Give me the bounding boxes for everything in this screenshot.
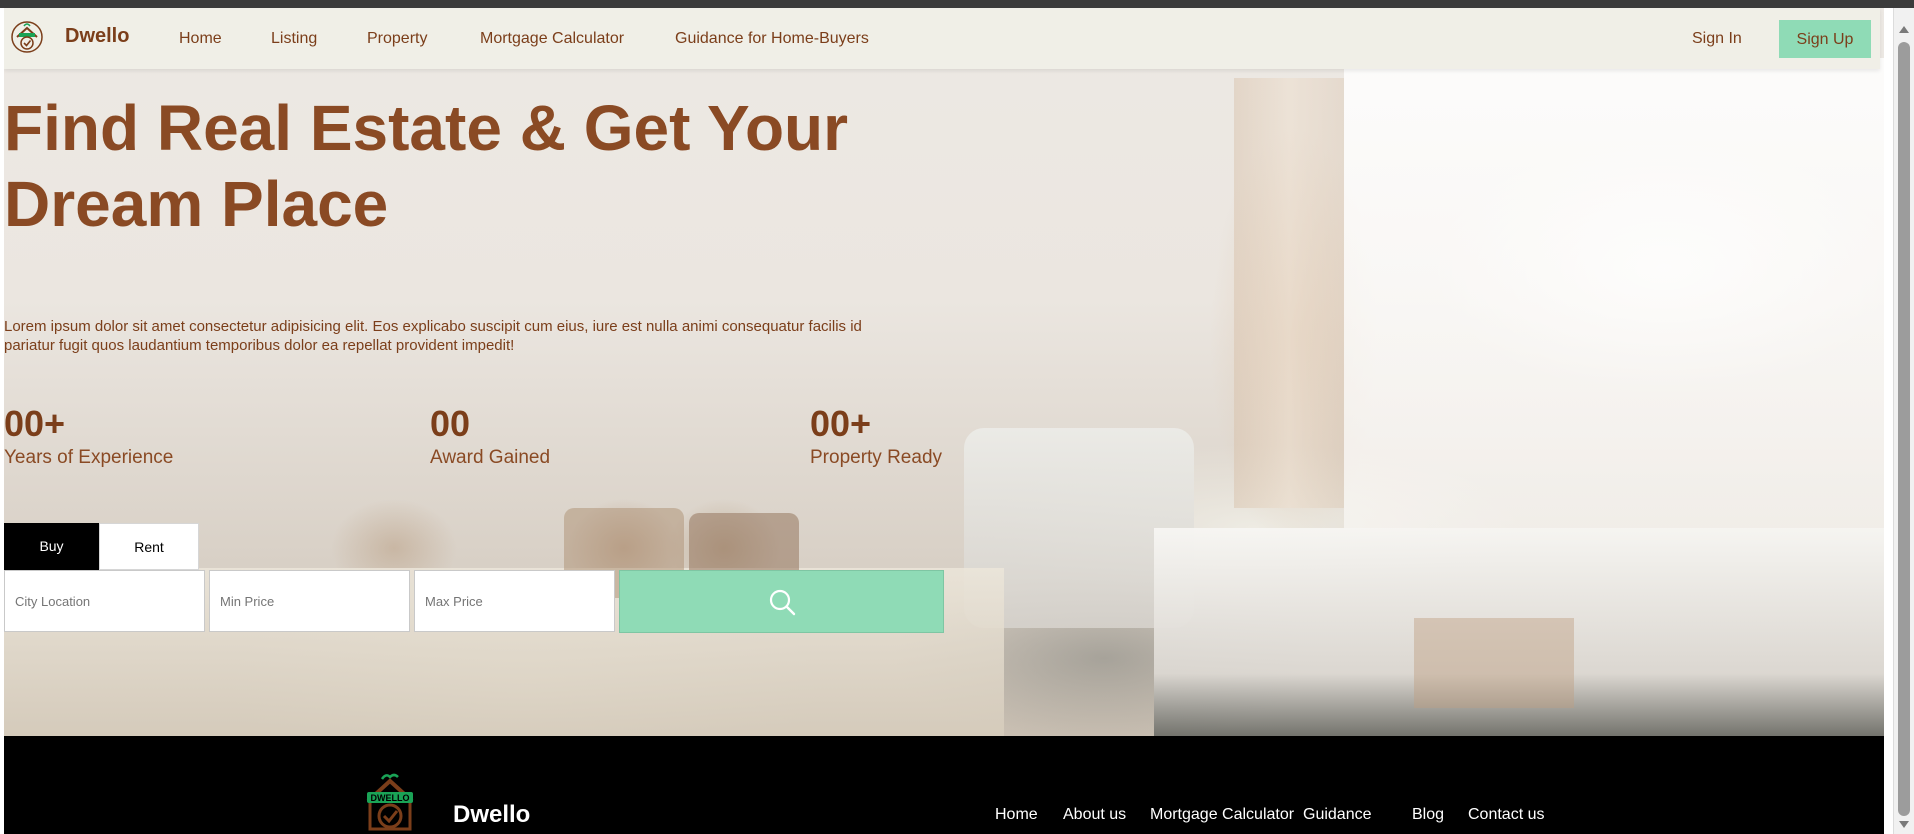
tab-rent[interactable]: Rent [99, 523, 199, 570]
nav-link-home[interactable]: Home [179, 30, 222, 48]
footer-link-contact-us[interactable]: Contact us [1468, 806, 1544, 824]
navbar: Dwello Home Listing Property Mortgage Ca… [4, 8, 1880, 69]
nav-link-listing[interactable]: Listing [271, 30, 317, 48]
city-location-input[interactable] [4, 570, 205, 632]
nav-link-mortgage-calculator[interactable]: Mortgage Calculator [480, 30, 624, 48]
dwello-footer-logo-icon[interactable]: DWELLO [358, 771, 422, 834]
hero-headline-line2: Dream Place [4, 168, 389, 240]
hero-headline-line1: Find Real Estate & Get Your [4, 92, 849, 164]
sign-in-link[interactable]: Sign In [1692, 30, 1742, 48]
footer: DWELLO Dwello Home About us Mortgage Cal… [4, 736, 1884, 834]
brand-name[interactable]: Dwello [65, 25, 129, 48]
nav-link-guidance[interactable]: Guidance for Home-Buyers [675, 30, 869, 48]
hero-description-line2: pariatur fugit quos laudantium temporibu… [4, 337, 515, 354]
footer-logo-text: DWELLO [371, 793, 410, 803]
max-price-input[interactable] [414, 570, 615, 632]
search-icon [769, 589, 796, 616]
stat-label: Years of Experience [4, 447, 174, 468]
stat-value: 00+ [810, 403, 872, 444]
browser-top-strip [0, 0, 1914, 8]
footer-link-home[interactable]: Home [995, 806, 1038, 824]
footer-link-blog[interactable]: Blog [1412, 806, 1444, 824]
scroll-up-icon[interactable] [1899, 26, 1909, 33]
tab-buy[interactable]: Buy [4, 523, 99, 570]
hero-window-light [1344, 58, 1884, 528]
scroll-down-icon[interactable] [1899, 821, 1909, 828]
stat-label: Award Gained [430, 447, 551, 468]
stat-property-ready: 00+ Property Ready [810, 403, 942, 471]
stat-years-experience: 00+ Years of Experience [4, 403, 173, 471]
stat-label: Property Ready [810, 447, 943, 468]
hero-description: Lorem ipsum dolor sit amet consectetur a… [4, 317, 904, 355]
footer-link-about-us[interactable]: About us [1063, 806, 1126, 824]
stat-value: 00 [430, 403, 471, 444]
nav-link-property[interactable]: Property [367, 30, 427, 48]
hero-description-line1: Lorem ipsum dolor sit amet consectetur a… [4, 318, 862, 335]
footer-link-mortgage-calculator[interactable]: Mortgage Calculator [1150, 806, 1294, 824]
stat-awards: 00 Award Gained [430, 403, 550, 471]
vertical-scrollbar[interactable] [1893, 8, 1914, 834]
hero-bed-bench [1414, 618, 1574, 708]
scrollbar-thumb[interactable] [1898, 42, 1910, 816]
footer-brand-name[interactable]: Dwello [453, 801, 530, 829]
hero-headline: Find Real Estate & Get Your Dream Place [4, 90, 904, 242]
min-price-input[interactable] [209, 570, 410, 632]
search-button[interactable] [619, 570, 944, 633]
dwello-logo-icon[interactable] [10, 20, 44, 54]
page: Dwello Home Listing Property Mortgage Ca… [4, 8, 1884, 834]
footer-link-guidance[interactable]: Guidance [1303, 806, 1372, 824]
hero-curtain [1234, 78, 1344, 508]
stat-value: 00+ [4, 403, 66, 444]
sign-up-button[interactable]: Sign Up [1779, 20, 1871, 58]
